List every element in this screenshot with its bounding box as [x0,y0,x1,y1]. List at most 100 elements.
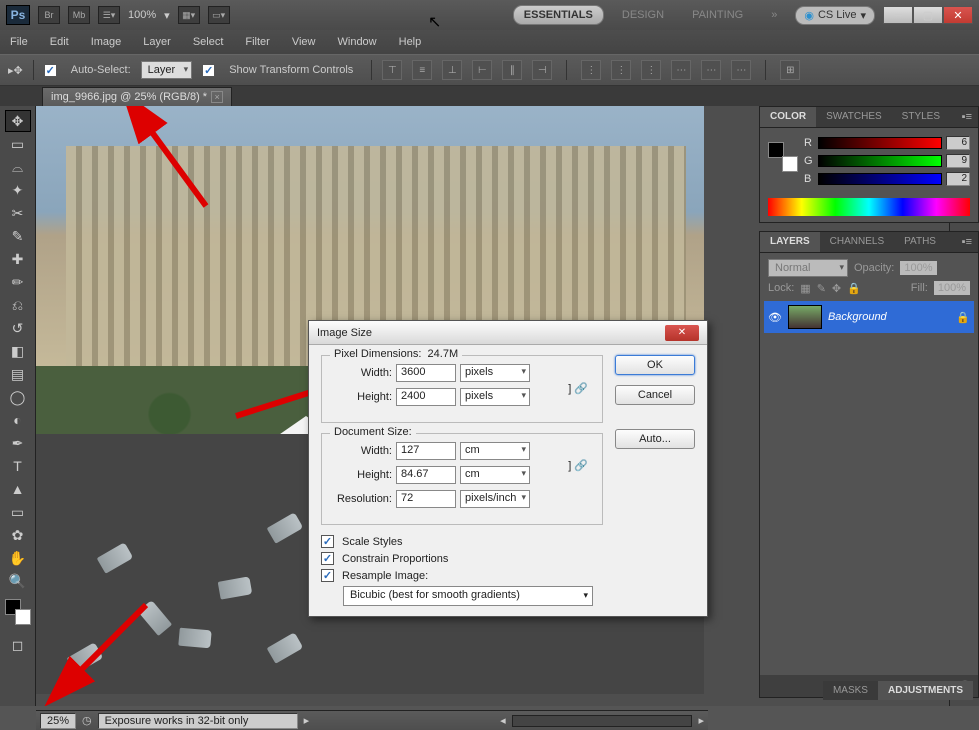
horizontal-scrollbar[interactable] [512,715,693,727]
blur-tool[interactable]: ◯ [5,386,31,408]
dialog-titlebar[interactable]: Image Size ✕ [309,321,707,345]
tab-swatches[interactable]: SWATCHES [816,107,892,127]
ok-button[interactable]: OK [615,355,695,375]
auto-select-checkbox[interactable]: ✓ [44,64,57,77]
status-info-arrow-icon[interactable]: ▸ [304,714,310,727]
workspace-painting[interactable]: PAINTING [682,6,753,24]
fill-value[interactable]: 100% [934,281,970,295]
type-tool[interactable]: T [5,455,31,477]
minibridge-icon[interactable]: Mb [68,6,90,24]
tab-layers[interactable]: LAYERS [760,232,820,252]
visibility-eye-icon[interactable]: 👁 [768,311,782,324]
g-slider[interactable] [818,155,942,167]
distribute-5-icon[interactable]: ⋯ [701,60,721,80]
status-zoom[interactable]: 25% [40,713,76,729]
move-tool[interactable]: ✥ [5,110,31,132]
tab-styles[interactable]: STYLES [892,107,950,127]
menu-view[interactable]: View [292,36,316,48]
lock-pixels-icon[interactable]: ✎ [817,282,826,295]
tab-paths[interactable]: PATHS [894,232,946,252]
scrollbar-right-icon[interactable]: ▸ [698,714,704,727]
px-width-input[interactable]: 3600 [396,364,456,382]
tab-close-icon[interactable]: × [211,91,223,103]
document-tab[interactable]: img_9966.jpg @ 25% (RGB/8) * × [42,87,232,106]
lock-position-icon[interactable]: ✥ [832,282,841,295]
tab-color[interactable]: COLOR [760,107,816,127]
workspace-more[interactable]: » [761,6,787,24]
dodge-tool[interactable]: ◐ [5,409,31,431]
view-extras-icon[interactable]: ☰▾ [98,6,120,24]
align-vcenter-icon[interactable]: ≡ [412,60,432,80]
resolution-input[interactable]: 72 [396,490,456,508]
px-width-unit[interactable]: pixels [460,364,530,382]
distribute-2-icon[interactable]: ⋮ [611,60,631,80]
shape-tool[interactable]: ▭ [5,501,31,523]
menu-filter[interactable]: Filter [245,36,269,48]
gradient-tool[interactable]: ▤ [5,363,31,385]
workspace-design[interactable]: DESIGN [612,6,674,24]
zoom-level[interactable]: 100% [128,9,156,21]
dialog-close-button[interactable]: ✕ [665,325,699,341]
panel-fg-bg-swatch[interactable] [768,142,798,172]
doc-link-icon[interactable]: ] 🔗 [564,442,592,488]
menu-help[interactable]: Help [399,36,422,48]
minimize-button[interactable]: ━ [883,6,913,24]
panel-menu-icon[interactable]: ▪≡ [956,107,978,127]
lock-all-icon[interactable]: 🔒 [847,282,861,295]
color-spectrum[interactable] [768,198,970,216]
distribute-1-icon[interactable]: ⋮ [581,60,601,80]
3d-tool[interactable]: ✿ [5,524,31,546]
distribute-4-icon[interactable]: ⋯ [671,60,691,80]
zoom-tool[interactable]: 🔍 [5,570,31,592]
auto-select-dropdown[interactable]: Layer [141,61,193,79]
resolution-unit[interactable]: pixels/inch [460,490,530,508]
tab-adjustments[interactable]: ADJUSTMENTS [878,681,973,700]
marquee-tool[interactable]: ▭ [5,133,31,155]
doc-width-unit[interactable]: cm [460,442,530,460]
healing-brush-tool[interactable]: ✚ [5,248,31,270]
layer-thumbnail[interactable] [788,305,822,329]
history-brush-tool[interactable]: ↺ [5,317,31,339]
menu-layer[interactable]: Layer [143,36,171,48]
px-link-icon[interactable]: ] 🔗 [564,364,592,412]
menu-window[interactable]: Window [338,36,377,48]
px-height-input[interactable]: 2400 [396,388,456,406]
show-transform-checkbox[interactable]: ✓ [202,64,215,77]
distribute-6-icon[interactable]: ⋯ [731,60,751,80]
bridge-icon[interactable]: Br [38,6,60,24]
align-left-icon[interactable]: ⊢ [472,60,492,80]
constrain-checkbox[interactable]: ✓ [321,552,334,565]
workspace-essentials[interactable]: ESSENTIALS [513,5,604,25]
hand-tool[interactable]: ✋ [5,547,31,569]
path-select-tool[interactable]: ▲ [5,478,31,500]
align-bottom-icon[interactable]: ⊥ [442,60,462,80]
scale-styles-checkbox[interactable]: ✓ [321,535,334,548]
status-info[interactable]: Exposure works in 32-bit only [98,713,298,729]
pen-tool[interactable]: ✒ [5,432,31,454]
px-height-unit[interactable]: pixels [460,388,530,406]
lock-transparency-icon[interactable]: ▦ [800,282,810,295]
quickmask-tool[interactable]: ◻ [5,634,31,656]
align-right-icon[interactable]: ⊣ [532,60,552,80]
doc-height-input[interactable]: 84.67 [396,466,456,484]
background-swatch[interactable] [15,609,31,625]
doc-width-input[interactable]: 127 [396,442,456,460]
r-value[interactable]: 6 [946,136,970,150]
b-slider[interactable] [818,173,942,185]
cancel-button[interactable]: Cancel [615,385,695,405]
eyedropper-tool[interactable]: ✎ [5,225,31,247]
opacity-value[interactable]: 100% [900,261,936,275]
auto-align-icon[interactable]: ⊞ [780,60,800,80]
layers-panel-menu-icon[interactable]: ▪≡ [956,232,978,252]
arrange-docs-icon[interactable]: ▦▾ [178,6,200,24]
g-value[interactable]: 9 [946,154,970,168]
menu-image[interactable]: Image [91,36,122,48]
auto-button[interactable]: Auto... [615,429,695,449]
status-sync-icon[interactable]: ◷ [82,714,92,727]
resample-checkbox[interactable]: ✓ [321,569,334,582]
menu-select[interactable]: Select [193,36,224,48]
close-button[interactable]: ✕ [943,6,973,24]
align-top-icon[interactable]: ⊤ [382,60,402,80]
b-value[interactable]: 2 [946,172,970,186]
cs-live-button[interactable]: CS Live ▾ [795,6,875,25]
